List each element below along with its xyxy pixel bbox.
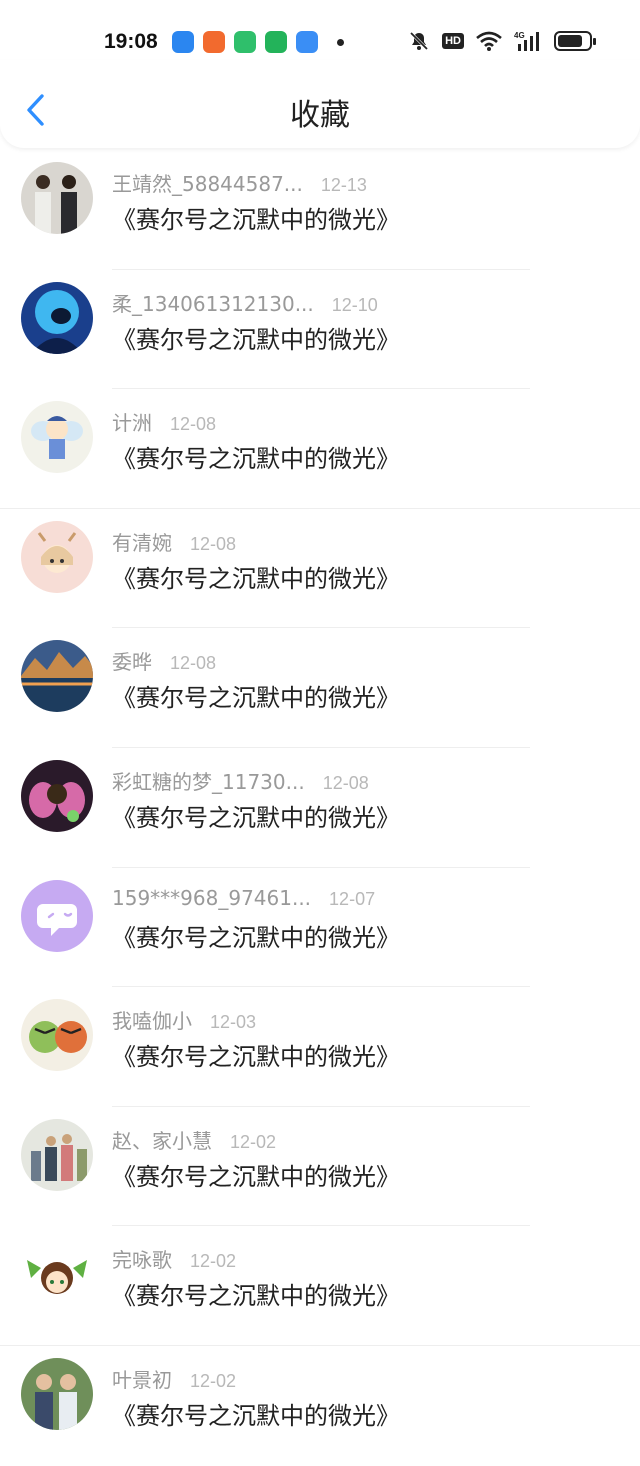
book-title: 《赛尔号之沉默中的微光》 [112, 1282, 400, 1311]
top-bar: 收藏 [0, 60, 640, 148]
avatar[interactable] [21, 759, 93, 832]
list-item[interactable]: 柔_134061312130... 12-10 《赛尔号之沉默中的微光》 [0, 270, 640, 390]
avatar[interactable] [21, 1357, 93, 1430]
date: 12-13 [320, 175, 367, 195]
username: 我嗑伽小 [112, 1009, 192, 1034]
date: 12-02 [190, 1370, 237, 1391]
book-title: 《赛尔号之沉默中的微光》 [112, 803, 400, 832]
username: 计洲 [112, 411, 152, 436]
page-title: 收藏 [290, 98, 350, 133]
signal-icon: 4G [514, 31, 539, 51]
list-item[interactable]: 委晔 12-08 《赛尔号之沉默中的微光》 [0, 628, 640, 748]
list-item[interactable]: 计洲 12-08 《赛尔号之沉默中的微光》 [0, 389, 640, 509]
username: 叶景初 [112, 1367, 172, 1392]
avatar[interactable] [21, 520, 93, 593]
files-app-icon [172, 31, 194, 53]
date: 12-08 [322, 772, 369, 793]
wifi-icon [476, 31, 502, 51]
list-item[interactable]: 叶景初 12-02 《赛尔号之沉默中的微光》 [0, 1346, 640, 1466]
book-title: 《赛尔号之沉默中的微光》 [112, 445, 400, 474]
book-title: 《赛尔号之沉默中的微光》 [112, 1043, 400, 1072]
status-time: 19:08 [104, 30, 158, 53]
date: 12-03 [210, 1012, 257, 1033]
list-item[interactable]: 完咏歌 12-02 《赛尔号之沉默中的微光》 [0, 1226, 640, 1346]
date: 12-10 [331, 294, 378, 315]
wifi-share-app-icon [234, 31, 256, 53]
username: 有清婉 [112, 530, 172, 555]
favorites-list: 王靖然_58844587... 12-13 《赛尔号之沉默中的微光》 柔_1340… [0, 150, 640, 1466]
book-title: 《赛尔号之沉默中的微光》 [112, 206, 400, 234]
notification-icons [172, 31, 344, 53]
grid-app-icon [203, 31, 225, 53]
book-title: 《赛尔号之沉默中的微光》 [112, 1401, 400, 1430]
more-notifications-icon [337, 38, 344, 46]
list-item[interactable]: 彩虹糖的梦_11730... 12-08 《赛尔号之沉默中的微光》 [0, 748, 640, 868]
hd-badge: HD [442, 33, 464, 49]
date: 12-08 [170, 653, 217, 674]
date: 12-02 [190, 1251, 237, 1272]
avatar[interactable] [21, 879, 93, 952]
username: 王靖然_58844587... [112, 172, 303, 196]
avatar[interactable] [21, 1238, 93, 1311]
date: 12-02 [230, 1131, 277, 1152]
avatar[interactable] [21, 162, 93, 234]
list-item[interactable]: 我嗑伽小 12-03 《赛尔号之沉默中的微光》 [0, 987, 640, 1107]
list-item[interactable]: 赵、家小慧 12-02 《赛尔号之沉默中的微光》 [0, 1107, 640, 1227]
avatar[interactable] [21, 401, 93, 474]
list-item[interactable]: 159***968_97461... 12-07 《赛尔号之沉默中的微光》 [0, 868, 640, 988]
date: 12-08 [190, 533, 237, 554]
messages-app-icon [265, 31, 287, 53]
list-item[interactable]: 有清婉 12-08 《赛尔号之沉默中的微光》 [0, 509, 640, 629]
username: 完咏歌 [112, 1248, 172, 1273]
mute-bell-icon [410, 31, 429, 51]
username: 柔_134061312130... [112, 291, 314, 316]
book-title: 《赛尔号之沉默中的微光》 [112, 1162, 400, 1191]
list-item[interactable]: 王靖然_58844587... 12-13 《赛尔号之沉默中的微光》 [0, 150, 640, 270]
book-title: 《赛尔号之沉默中的微光》 [112, 684, 400, 713]
network-type: 4G [514, 31, 525, 40]
avatar[interactable] [21, 1118, 93, 1191]
username: 赵、家小慧 [112, 1128, 212, 1153]
username: 159***968_97461... [112, 885, 312, 910]
username: 彩虹糖的梦_11730... [112, 769, 305, 794]
book-title: 《赛尔号之沉默中的微光》 [112, 923, 400, 952]
browser-app-icon [296, 31, 318, 53]
battery-icon [554, 31, 596, 51]
username: 委晔 [112, 650, 152, 675]
date: 12-07 [329, 888, 376, 909]
status-right: HD 4G [408, 30, 596, 52]
date: 12-08 [170, 414, 217, 435]
avatar[interactable] [21, 999, 93, 1072]
avatar[interactable] [21, 640, 93, 713]
book-title: 《赛尔号之沉默中的微光》 [112, 325, 400, 354]
book-title: 《赛尔号之沉默中的微光》 [112, 564, 400, 593]
avatar[interactable] [21, 281, 93, 354]
